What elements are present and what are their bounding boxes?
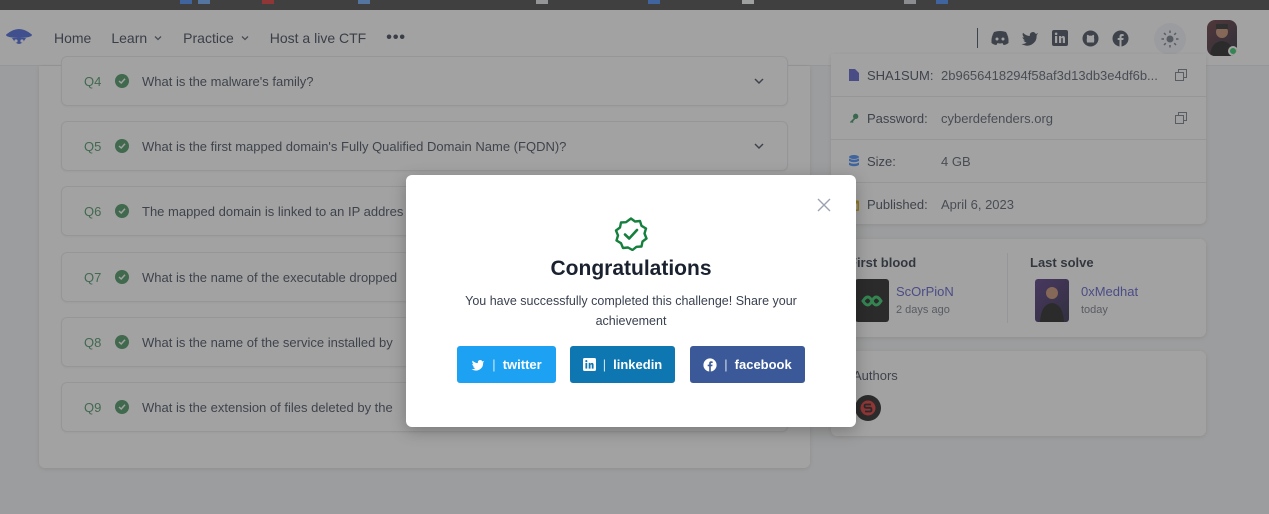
twitter-icon bbox=[471, 359, 485, 371]
close-icon[interactable] bbox=[816, 197, 832, 213]
button-separator: | bbox=[492, 357, 496, 372]
facebook-icon bbox=[703, 357, 717, 372]
share-twitter-button[interactable]: | twitter bbox=[457, 346, 556, 383]
button-separator: | bbox=[724, 357, 728, 372]
share-linkedin-button[interactable]: | linkedin bbox=[570, 346, 675, 383]
share-linkedin-label: linkedin bbox=[613, 357, 663, 372]
share-facebook-label: facebook bbox=[734, 357, 792, 372]
congratulations-modal: Congratulations You have successfully co… bbox=[406, 175, 856, 427]
button-separator: | bbox=[602, 357, 607, 372]
verified-badge-icon bbox=[614, 217, 648, 251]
modal-message: You have successfully completed this cha… bbox=[465, 294, 797, 328]
linkedin-icon bbox=[582, 358, 596, 371]
share-facebook-button[interactable]: | facebook bbox=[690, 346, 805, 383]
share-twitter-label: twitter bbox=[502, 357, 542, 372]
modal-title: Congratulations bbox=[550, 257, 712, 280]
